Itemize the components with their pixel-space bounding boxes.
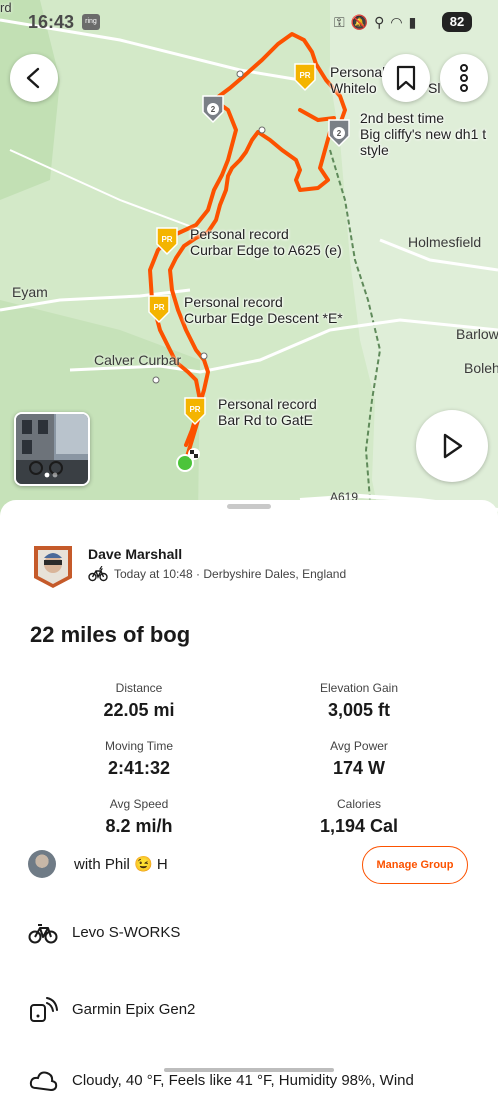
- stat-label: Moving Time: [104, 739, 174, 753]
- stat-label: Calories: [336, 797, 381, 811]
- map-label-eyam: Eyam: [12, 284, 48, 300]
- map-label-boleh: Boleh: [464, 360, 498, 376]
- map-label-top-left: rd: [0, 0, 12, 15]
- cloud-icon: [29, 1071, 58, 1092]
- pr-badge-icon[interactable]: PR: [146, 294, 172, 324]
- carousel-dots: [44, 472, 58, 478]
- stat-moving-time: Moving Time 2:41:32: [39, 739, 239, 779]
- segment-label-big-cliffy[interactable]: 2nd best time Big cliffy's new dh1 t sty…: [360, 110, 486, 158]
- segment-label-line: Curbar Edge Descent *E*: [184, 310, 343, 326]
- athlete-name[interactable]: Dave Marshall: [88, 546, 182, 562]
- location-icon: ⚲: [374, 14, 391, 30]
- flyover-play-button[interactable]: [416, 410, 488, 482]
- stat-value: 8.2 mi/h: [105, 816, 173, 836]
- bookmark-button[interactable]: [382, 54, 430, 102]
- battery-indicator: 82: [442, 12, 472, 32]
- pr-badge-text: PR: [153, 303, 164, 312]
- mute-icon: 🔕: [350, 14, 375, 30]
- activity-meta: Today at 10:48 · Derbyshire Dales, Engla…: [88, 566, 346, 582]
- group-row: with Phil 😉 H Manage Group: [28, 846, 470, 886]
- gear-name: Levo S-WORKS: [72, 924, 181, 941]
- map-label-barlow: Barlow: [456, 326, 498, 342]
- pr-badge-text: PR: [161, 235, 172, 244]
- device-row[interactable]: Garmin Epix Gen2: [28, 995, 468, 1025]
- segment-label-bar-rd[interactable]: Personal record Bar Rd to GatE: [218, 396, 317, 428]
- segment-label-whitelow[interactable]: Personal Whitelo: [330, 64, 385, 96]
- pr-badge-icon[interactable]: PR: [182, 396, 208, 426]
- device-name: Garmin Epix Gen2: [72, 1001, 196, 1018]
- stat-elevation-gain: Elevation Gain 3,005 ft: [259, 681, 459, 721]
- stat-label: Elevation Gain: [319, 681, 399, 695]
- stat-label: Distance: [115, 681, 163, 695]
- segment-label-line: 2nd best time: [360, 110, 445, 126]
- segment-label-line: Personal record: [184, 294, 283, 310]
- stat-avg-speed: Avg Speed 8.2 mi/h: [39, 797, 239, 837]
- key-icon: ⚿: [334, 14, 351, 30]
- map-label-holmesfield: Holmesfield: [408, 234, 482, 250]
- ebike-ride-icon: [88, 566, 108, 582]
- segment-label-line: Personal record: [190, 226, 289, 242]
- stat-avg-power: Avg Power 174 W: [259, 739, 459, 779]
- stat-distance: Distance 22.05 mi: [39, 681, 239, 721]
- segment-label-line: style: [360, 142, 389, 158]
- segment-label-curbar-edge-a625[interactable]: Personal record Curbar Edge to A625 (e): [190, 226, 342, 258]
- segment-label-line: Bar Rd to GatE: [218, 412, 313, 428]
- signal-icon: ▮: [408, 14, 423, 30]
- pr-badge-icon[interactable]: PR: [292, 62, 318, 92]
- pr-badge-text: PR: [189, 405, 200, 414]
- segment-label-fragment: Sl: [428, 80, 441, 96]
- more-vertical-icon: [460, 64, 468, 92]
- athlete-avatar[interactable]: [32, 544, 74, 590]
- gear-row[interactable]: Levo S-WORKS: [28, 918, 468, 948]
- ring-app-icon: ring: [82, 14, 100, 30]
- stat-calories: Calories 1,194 Cal: [259, 797, 459, 837]
- bookmark-icon: [396, 65, 416, 91]
- second-best-badge-icon[interactable]: 2: [200, 94, 226, 124]
- badge-text: 2: [337, 129, 342, 138]
- segment-label-line: Personal: [330, 64, 386, 80]
- activity-meta-text: Today at 10:48 · Derbyshire Dales, Engla…: [114, 567, 347, 581]
- map-label-calver-curbar: Calver Curbar: [94, 352, 182, 368]
- segment-label-curbar-edge-descent[interactable]: Personal record Curbar Edge Descent *E*: [184, 294, 343, 326]
- weather-text: Cloudy, 40 °F, Feels like 41 °F, Humidit…: [72, 1072, 414, 1089]
- activity-details-sheet[interactable]: Dave Marshall Today at 10:48 · Derbyshir…: [0, 500, 498, 1092]
- status-bar: 16:43 ring ⚿🔕⚲◠▮ 82: [0, 8, 498, 38]
- activity-title: 22 miles of bog: [30, 622, 191, 647]
- pr-badge-icon[interactable]: PR: [154, 226, 180, 256]
- route-map[interactable]: 16:43 ring ⚿🔕⚲◠▮ 82 rd Holmesfield Eyam …: [0, 0, 498, 520]
- status-time: 16:43: [28, 12, 75, 32]
- activity-photo-thumbnail[interactable]: [14, 412, 90, 486]
- segment-label-line: Big cliffy's new dh1 t: [360, 126, 487, 142]
- manage-group-button[interactable]: Manage Group: [362, 846, 468, 884]
- stat-value: 3,005 ft: [327, 700, 391, 720]
- sheet-drag-handle[interactable]: [227, 504, 271, 509]
- bike-icon: [28, 924, 58, 944]
- group-text[interactable]: with Phil 😉 H: [74, 855, 168, 873]
- badge-text: 2: [211, 105, 216, 114]
- home-indicator[interactable]: [164, 1068, 334, 1072]
- back-chevron-icon: [26, 67, 40, 89]
- device-icon: [30, 997, 58, 1022]
- stat-label: Avg Power: [330, 739, 388, 753]
- pr-badge-text: PR: [299, 71, 310, 80]
- stat-label: Avg Speed: [109, 797, 169, 811]
- status-icons: ⚿🔕⚲◠▮: [334, 14, 422, 31]
- segment-label-line: Personal record: [218, 396, 317, 412]
- stat-value: 1,194 Cal: [319, 816, 399, 836]
- segment-label-line: Whitelo: [330, 80, 377, 96]
- stat-value: 174 W: [332, 758, 386, 778]
- stat-value: 22.05 mi: [103, 700, 175, 720]
- wifi-icon: ◠: [390, 14, 409, 30]
- second-best-badge-icon[interactable]: 2: [326, 118, 352, 148]
- more-options-button[interactable]: [440, 54, 488, 102]
- group-member-avatar[interactable]: [28, 850, 56, 878]
- play-icon: [443, 433, 463, 459]
- back-button[interactable]: [10, 54, 58, 102]
- segment-label-line: Curbar Edge to A625 (e): [190, 242, 342, 258]
- stat-value: 2:41:32: [107, 758, 171, 778]
